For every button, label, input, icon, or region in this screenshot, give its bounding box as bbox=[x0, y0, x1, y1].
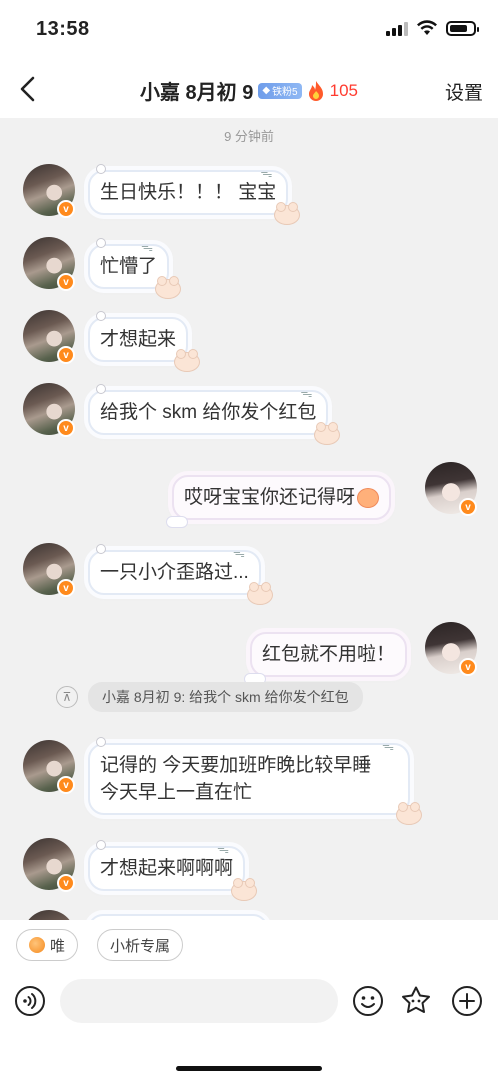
bubble-deco-icon bbox=[96, 544, 106, 554]
verified-badge: v bbox=[57, 346, 75, 364]
status-time: 13:58 bbox=[36, 18, 90, 40]
message-bubble[interactable]: 忙懵了 ᯓ bbox=[88, 238, 182, 299]
bow-icon: ᯓ bbox=[300, 386, 313, 400]
diamond-icon: ◆ bbox=[262, 85, 271, 96]
sender-avatar[interactable] bbox=[23, 910, 75, 920]
voice-icon[interactable] bbox=[14, 985, 46, 1017]
verified-badge: v bbox=[57, 579, 75, 597]
chat-title-group[interactable]: 小嘉 8月初 9 ◆ 铁粉5 105 bbox=[0, 76, 498, 105]
wifi-icon bbox=[417, 20, 437, 35]
add-icon[interactable] bbox=[451, 985, 483, 1017]
bear-sticker-icon bbox=[314, 422, 341, 445]
message-text: 一只小介歪路过... bbox=[100, 562, 249, 583]
chat-area[interactable]: 9 分钟前 v 生日快乐！！！ 宝宝 ᯓ v 忙懵了 ᯓ v 才想起来 v 给我… bbox=[0, 118, 498, 920]
signal-icon bbox=[386, 20, 408, 36]
verified-badge: v bbox=[57, 874, 75, 892]
cloud-deco-icon bbox=[166, 516, 188, 528]
bear-sticker-icon bbox=[155, 276, 182, 299]
message-bubble[interactable]: 才想起来啊啊啊 ᯓ bbox=[88, 840, 258, 901]
fire-icon bbox=[308, 80, 323, 101]
bow-icon: ᯓ bbox=[382, 739, 394, 753]
bear-sticker-icon bbox=[274, 202, 301, 225]
verified-badge: v bbox=[57, 776, 75, 794]
bubble-deco-icon bbox=[96, 840, 106, 850]
bow-icon: ᯓ bbox=[260, 166, 273, 180]
message-text: 才想起来 bbox=[100, 329, 177, 350]
verified-badge: v bbox=[57, 419, 75, 437]
message-text: 红包就不用啦！ bbox=[262, 644, 396, 665]
bubble-deco-icon bbox=[96, 238, 106, 248]
battery-icon bbox=[446, 20, 479, 36]
message-timestamp: 9 分钟前 bbox=[224, 129, 274, 144]
chat-title: 小嘉 8月初 9 bbox=[140, 82, 254, 104]
verified-badge: v bbox=[459, 658, 477, 676]
message-bubble-sent[interactable]: 红包就不用啦！ bbox=[244, 632, 408, 685]
bear-sticker-icon bbox=[246, 582, 273, 605]
fan-level-badge: ◆ 铁粉5 bbox=[258, 82, 302, 99]
bow-icon: ᯓ bbox=[233, 546, 245, 560]
quick-chip-wei[interactable]: 唯 bbox=[16, 929, 79, 961]
status-bar: 13:58 bbox=[0, 0, 498, 60]
bear-sticker-icon bbox=[174, 349, 201, 372]
quoted-message-bar[interactable]: ⊼ 小嘉 8月初 9: 给我个 skm 给你发个红包 bbox=[56, 682, 363, 712]
message-bubble[interactable]: 给我个 skm 给你发个红包 ᯓ bbox=[88, 384, 341, 445]
message-bubble[interactable]: 才想起来 bbox=[88, 311, 201, 372]
fan-level-label: 铁粉5 bbox=[272, 87, 298, 98]
status-icons bbox=[386, 20, 479, 36]
crab-emoji-icon bbox=[357, 487, 380, 508]
message-text: 哎呀宝宝你还记得呀 bbox=[184, 487, 356, 508]
verified-badge: v bbox=[57, 273, 75, 291]
bubble-deco-icon bbox=[96, 737, 106, 747]
message-bubble[interactable]: 一只小介歪路过... ᯓ bbox=[88, 544, 273, 605]
message-text: 才想起来啊啊啊 bbox=[100, 858, 234, 879]
home-indicator bbox=[176, 1066, 322, 1071]
bubble-deco-icon bbox=[96, 384, 106, 394]
message-text: 记得的 今天要加班昨晚比较早睡 bbox=[100, 755, 372, 776]
bear-sticker-icon bbox=[396, 802, 422, 825]
composer: 唯 小析专属 bbox=[0, 920, 498, 1080]
bear-sticker-icon bbox=[231, 878, 258, 901]
input-row bbox=[0, 978, 498, 1024]
sticker-icon[interactable] bbox=[400, 985, 432, 1017]
quick-chip-exclusive[interactable]: 小析专属 bbox=[97, 929, 184, 961]
streak-count: 105 bbox=[329, 80, 358, 100]
settings-button[interactable]: 设置 bbox=[445, 78, 483, 105]
message-bubble[interactable]: 记得的 今天要加班昨晚比较早睡 今天早上一直在忙 ᯓ bbox=[88, 737, 422, 825]
verified-badge: v bbox=[459, 498, 477, 516]
quoted-message[interactable]: 小嘉 8月初 9: 给我个 skm 给你发个红包 bbox=[88, 682, 363, 712]
chip-label: 小析专属 bbox=[110, 937, 171, 955]
message-bubble-sent[interactable]: 哎呀宝宝你还记得呀 bbox=[166, 475, 392, 528]
bubble-deco-icon bbox=[96, 164, 106, 174]
message-text: 生日快乐！！！ 宝宝 bbox=[100, 182, 277, 203]
jump-up-icon[interactable]: ⊼ bbox=[56, 686, 78, 708]
bow-icon: ᯓ bbox=[217, 842, 230, 856]
message-bubble[interactable]: 生日快乐！！！ 宝宝 ᯓ bbox=[88, 164, 301, 225]
message-text-line2: 今天早上一直在忙 bbox=[100, 782, 253, 803]
emoji-icon[interactable] bbox=[352, 985, 384, 1017]
verified-badge: v bbox=[57, 200, 75, 218]
bubble-deco-icon bbox=[96, 311, 106, 321]
message-text: 给我个 skm 给你发个红包 bbox=[100, 402, 317, 423]
nav-bar: 小嘉 8月初 9 ◆ 铁粉5 105 设置 bbox=[0, 60, 498, 118]
chip-label: 唯 bbox=[50, 937, 66, 955]
message-input[interactable] bbox=[60, 979, 338, 1023]
orange-icon bbox=[29, 937, 45, 953]
bow-icon: ᯓ bbox=[141, 240, 154, 254]
